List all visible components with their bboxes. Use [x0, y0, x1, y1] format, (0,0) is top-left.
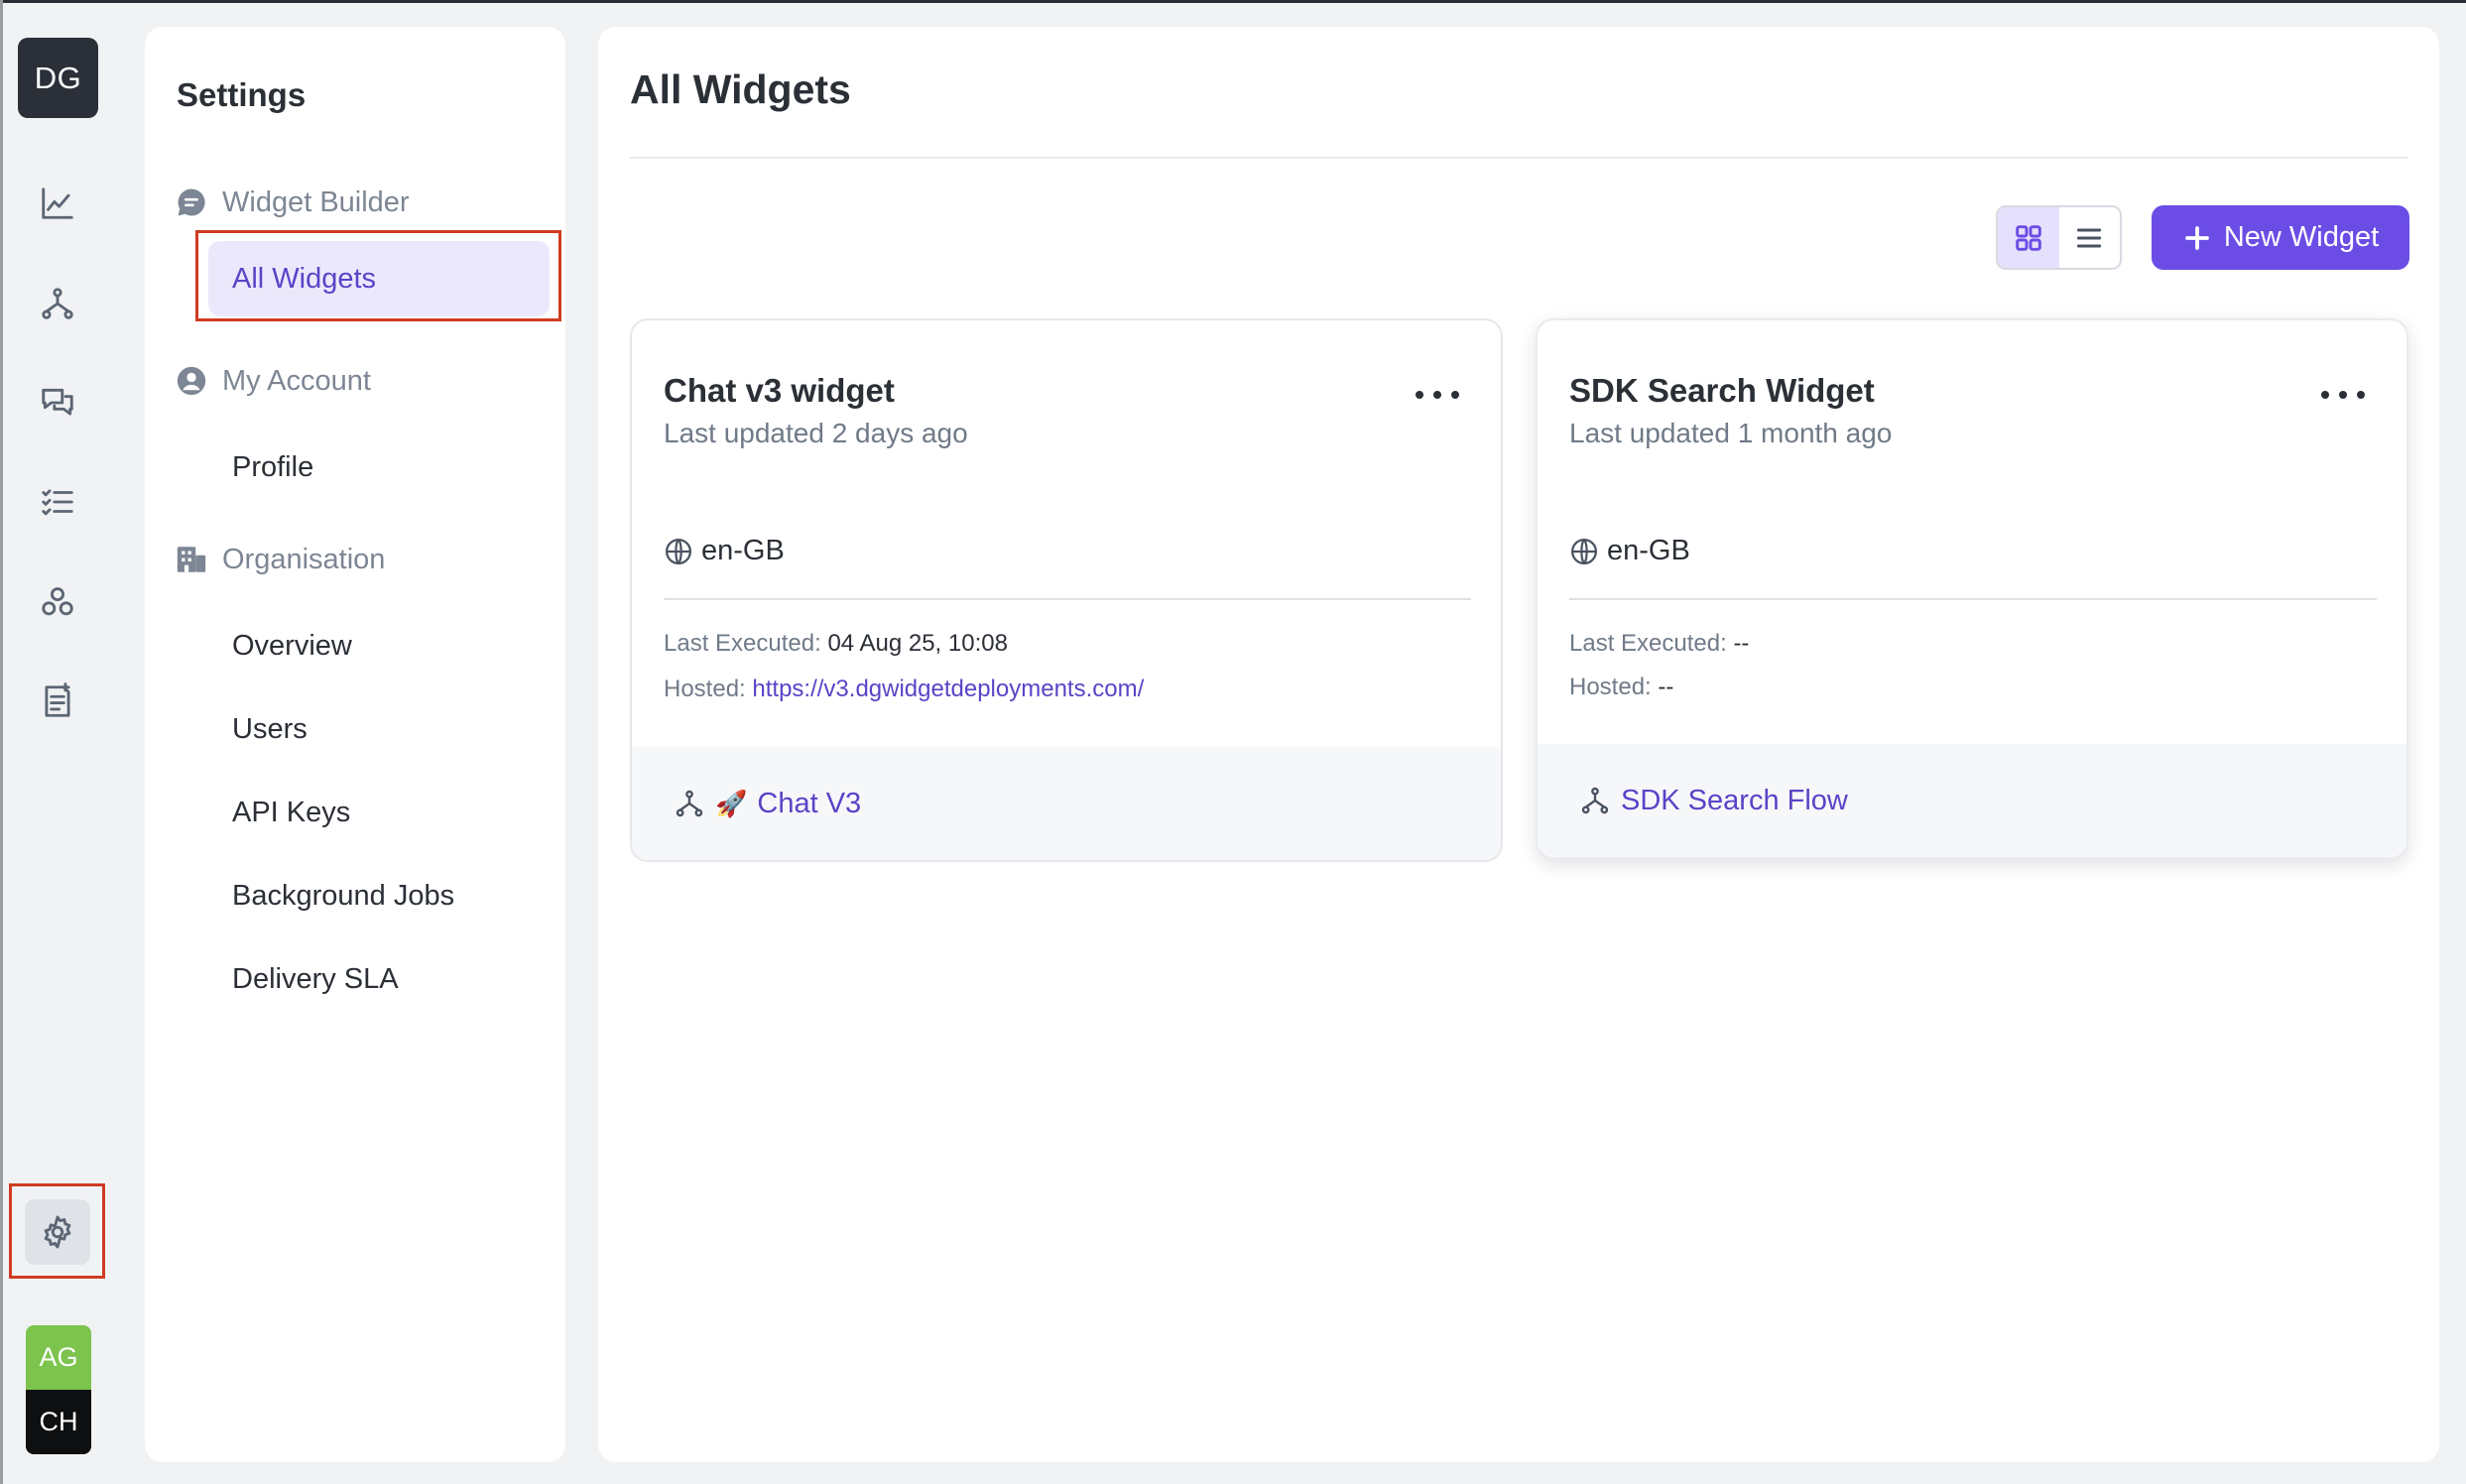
language-code: en-GB — [1607, 535, 1690, 566]
widget-updated: Last updated 1 month ago — [1569, 418, 1893, 448]
section-label: Widget Builder — [222, 186, 410, 218]
all-widgets-highlight-box — [195, 230, 561, 321]
last-executed-label: Last Executed: — [1569, 630, 1727, 657]
flow-icon — [676, 790, 703, 817]
conversations-nav-button[interactable] — [25, 370, 90, 435]
more-dots-icon — [2321, 391, 2329, 399]
sidebar-item-api-keys[interactable]: API Keys — [232, 797, 350, 829]
sidebar-item-delivery-sla[interactable]: Delivery SLA — [232, 963, 399, 996]
divider — [1569, 598, 2377, 600]
section-widget-builder: Widget Builder — [175, 186, 410, 219]
sidebar-item-profile[interactable]: Profile — [232, 451, 313, 484]
section-label: My Account — [222, 364, 371, 397]
dot — [1451, 391, 1459, 399]
sidebar-item-overview[interactable]: Overview — [232, 630, 352, 663]
hosted-link[interactable]: https://v3.dgwidgetdeployments.com/ — [752, 676, 1144, 702]
section-organisation: Organisation — [175, 543, 385, 576]
flows-icon — [42, 288, 73, 319]
sidebar-item-users[interactable]: Users — [232, 713, 308, 746]
knowledge-icon — [45, 682, 70, 717]
tasks-icon — [42, 489, 73, 516]
list-icon — [2077, 228, 2102, 247]
dot — [1433, 391, 1441, 399]
integrations-icon — [42, 587, 73, 616]
last-executed-value: 04 Aug 25, 10:08 — [827, 630, 1008, 657]
widget-language: en-GB — [1569, 535, 1690, 567]
widget-card[interactable]: SDK Search Widget Last updated 1 month a… — [1536, 318, 2408, 859]
plus-icon — [2184, 225, 2209, 250]
flows-nav-button[interactable] — [25, 271, 90, 336]
hosted-label: Hosted: — [664, 676, 746, 702]
language-code: en-GB — [701, 535, 785, 566]
more-options-button[interactable] — [1416, 380, 1459, 410]
widget-updated: Last updated 2 days ago — [664, 418, 968, 448]
conversations-icon — [42, 388, 73, 416]
sidebar-item-background-jobs[interactable]: Background Jobs — [232, 880, 454, 913]
globe-icon — [1571, 538, 1597, 564]
dot — [2357, 391, 2365, 399]
widget-language: en-GB — [664, 535, 785, 567]
main-panel: All Widgets New Widget Chat v3 widget La… — [598, 27, 2439, 1462]
hosted: Hosted: -- — [1569, 674, 1673, 701]
more-options-button[interactable] — [2321, 380, 2365, 410]
last-executed-value: -- — [1733, 630, 1750, 657]
hosted-value: -- — [1658, 674, 1674, 700]
chat-bubble-icon — [178, 188, 205, 216]
settings-title: Settings — [177, 76, 307, 113]
section-my-account: My Account — [175, 364, 371, 398]
tasks-nav-button[interactable] — [25, 469, 90, 535]
widget-flow: SDK Search Flow — [1538, 744, 2406, 857]
grid-view-button[interactable] — [1998, 207, 2059, 268]
user-circle-icon — [177, 366, 206, 396]
brand-logo[interactable]: DG — [18, 38, 98, 118]
widget-title[interactable]: SDK Search Widget — [1569, 372, 1875, 410]
page-title: All Widgets — [630, 66, 851, 112]
analytics-icon — [42, 187, 73, 219]
widget-card[interactable]: Chat v3 widget Last updated 2 days ago e… — [630, 318, 1503, 862]
widget-flow: 🚀 Chat V3 — [632, 747, 1501, 860]
avatar[interactable]: CH — [26, 1390, 91, 1454]
globe-icon — [666, 538, 691, 564]
new-widget-label: New Widget — [2223, 221, 2380, 253]
view-toggle — [1996, 205, 2122, 270]
flow-icon — [1581, 787, 1609, 814]
last-executed-label: Last Executed: — [664, 630, 821, 657]
list-view-button[interactable] — [2059, 207, 2121, 268]
dot — [2339, 391, 2347, 399]
analytics-nav-button[interactable] — [25, 171, 90, 236]
avatar-stack[interactable]: AG CH — [26, 1325, 91, 1454]
window-top-border — [0, 0, 2466, 3]
grid-icon — [2015, 224, 2041, 251]
knowledge-nav-button[interactable] — [25, 669, 90, 734]
flow-link[interactable]: SDK Search Flow — [1621, 785, 1848, 817]
last-executed: Last Executed: 04 Aug 25, 10:08 — [664, 630, 1008, 658]
rocket-emoji: 🚀 — [715, 788, 748, 818]
last-executed: Last Executed: -- — [1569, 630, 1749, 658]
more-dots-icon — [1416, 391, 1423, 399]
avatar[interactable]: AG — [26, 1325, 91, 1390]
new-widget-button[interactable]: New Widget — [2152, 205, 2409, 270]
widget-title[interactable]: Chat v3 widget — [664, 372, 895, 410]
building-icon — [177, 547, 206, 572]
divider — [664, 598, 1471, 600]
section-label: Organisation — [222, 543, 386, 575]
hosted: Hosted: https://v3.dgwidgetdeployments.c… — [664, 676, 1144, 703]
flow-link[interactable]: Chat V3 — [757, 788, 861, 820]
settings-highlight-box — [9, 1183, 105, 1279]
integrations-nav-button[interactable] — [25, 569, 90, 635]
hosted-label: Hosted: — [1569, 674, 1652, 700]
divider — [630, 157, 2407, 159]
